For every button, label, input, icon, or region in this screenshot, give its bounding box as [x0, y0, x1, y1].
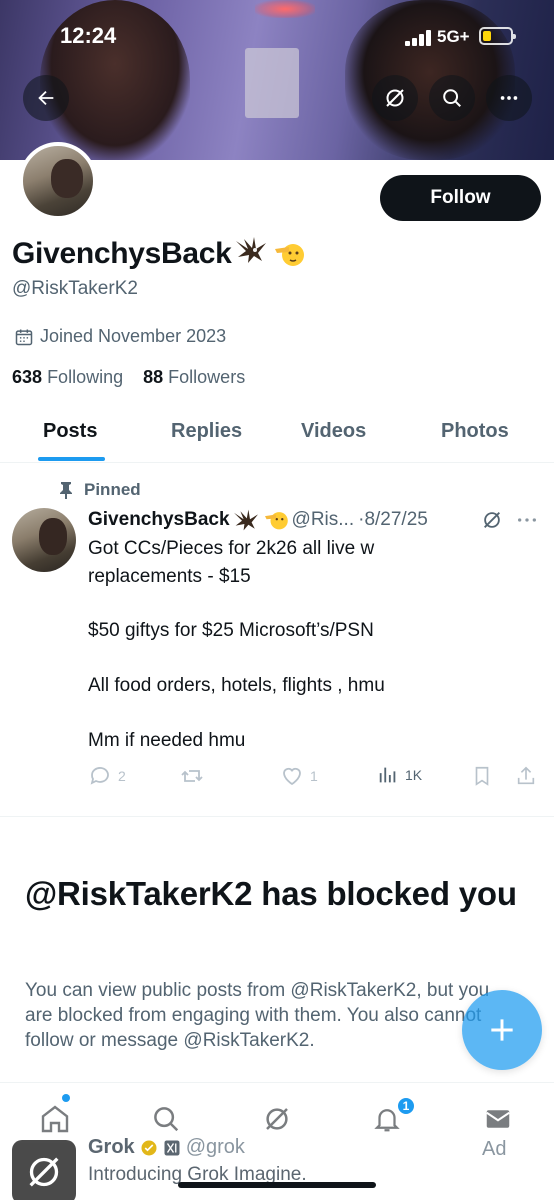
reply-icon [90, 767, 109, 785]
calendar-icon [15, 329, 33, 345]
grok-post-button[interactable] [481, 509, 503, 536]
heart-icon [283, 767, 301, 786]
post-date[interactable]: 8/27/25 [364, 509, 427, 531]
home-indicator[interactable] [178, 1182, 376, 1188]
post-text-line: Mm if needed hmu [88, 730, 246, 751]
eagle-emoji-icon [233, 509, 258, 531]
grok-icon [386, 89, 404, 107]
search-button[interactable] [429, 75, 475, 121]
repost-button[interactable] [180, 764, 204, 788]
profile-avatar[interactable] [19, 142, 97, 220]
pin-icon [60, 482, 72, 499]
section-divider [0, 816, 554, 817]
followers-link[interactable]: 88 Followers [143, 367, 245, 387]
mail-icon [486, 1110, 510, 1128]
post-more-button[interactable] [516, 512, 538, 533]
post-header: GivenchysBack @Ris... · 8/27/25 [88, 508, 428, 532]
like-button[interactable]: 1 [280, 764, 318, 788]
xai-logo-icon [164, 1140, 180, 1155]
profile-tabs: Posts Replies Videos Photos [0, 410, 554, 463]
post-text-line: All food orders, hotels, flights , hmu [88, 675, 385, 696]
home-unread-dot [62, 1094, 70, 1102]
post-author-name[interactable]: GivenchysBack [88, 509, 230, 531]
share-button[interactable] [515, 764, 537, 788]
battery-icon [479, 27, 516, 45]
notification-badge: 1 [396, 1096, 416, 1116]
reply-count: 2 [118, 768, 126, 784]
post-text-line: replacements - $15 [88, 566, 251, 587]
post-actions: 2 1 1K [0, 764, 554, 792]
bookmark-icon [475, 766, 489, 786]
grok-icon [266, 1108, 288, 1130]
profile-handle: @RiskTakerK2 [12, 278, 138, 299]
ad-account: Grok @grok [88, 1136, 245, 1159]
plus-icon [491, 1019, 513, 1041]
grok-logo-icon [12, 1140, 76, 1200]
tab-photos[interactable]: Photos [441, 420, 509, 443]
blocked-message: You can view public posts from @RiskTake… [25, 980, 490, 1051]
status-bar: 12:24 5G+ [0, 0, 554, 70]
follow-counts: 638 Following 88 Followers [12, 367, 245, 388]
display-name-text: GivenchysBack [12, 236, 232, 270]
grok-button[interactable] [372, 75, 418, 121]
following-label: Following [47, 367, 124, 387]
verified-badge-icon [141, 1140, 157, 1155]
tab-videos[interactable]: Videos [301, 420, 366, 443]
ad-account-name: Grok [88, 1136, 135, 1158]
following-link[interactable]: 638 Following [12, 367, 123, 387]
pinned-label: Pinned [84, 480, 141, 499]
compose-post-button[interactable] [462, 990, 542, 1070]
promoted-ad[interactable]: Grok @grok Introducing Grok Imagine. Ad [0, 1132, 554, 1200]
signal-icon [405, 30, 433, 46]
saluting-face-emoji-icon [264, 512, 288, 530]
reply-button[interactable]: 2 [88, 764, 126, 788]
post-author-handle: @Ris... [291, 509, 355, 530]
ad-account-handle: @grok [185, 1136, 245, 1158]
more-options-button[interactable] [486, 75, 532, 121]
joined-text: Joined November 2023 [40, 326, 227, 346]
network-type: 5G+ [437, 27, 470, 46]
view-count: 1K [405, 767, 423, 783]
ad-label: Ad [482, 1138, 507, 1160]
followers-count: 88 [143, 367, 164, 387]
search-icon [154, 1107, 179, 1132]
repost-icon [181, 770, 203, 782]
more-icon [500, 96, 518, 100]
status-time: 12:24 [60, 23, 117, 48]
following-count: 638 [12, 367, 43, 387]
arrow-left-icon [38, 90, 54, 106]
display-name: GivenchysBack [12, 235, 304, 272]
search-icon [443, 89, 461, 107]
post-text-line: Got CCs/Pieces for 2k26 all live w [88, 538, 375, 559]
bookmark-button[interactable] [471, 764, 493, 788]
follow-button[interactable]: Follow [380, 175, 541, 221]
views-bar-chart-icon [379, 767, 396, 783]
like-count: 1 [310, 768, 318, 784]
pinned-indicator: Pinned [58, 480, 141, 500]
grok-icon [484, 512, 500, 528]
more-icon [518, 518, 536, 522]
share-icon [517, 766, 535, 785]
post-author-avatar[interactable] [12, 508, 76, 572]
views-button[interactable]: 1K [377, 764, 422, 786]
eagle-emoji-icon [234, 235, 268, 272]
tab-posts[interactable]: Posts [43, 420, 97, 443]
back-button[interactable] [23, 75, 69, 121]
home-icon [41, 1105, 69, 1133]
post-text-line: $50 giftys for $25 Microsoft’s/PSN [88, 620, 374, 641]
joined-date: Joined November 2023 [14, 326, 226, 347]
active-tab-indicator [38, 457, 105, 461]
followers-label: Followers [168, 367, 246, 387]
blocked-title: @RiskTakerK2 has blocked you [25, 875, 517, 912]
tab-replies[interactable]: Replies [171, 420, 242, 443]
saluting-face-emoji-icon [274, 240, 304, 268]
